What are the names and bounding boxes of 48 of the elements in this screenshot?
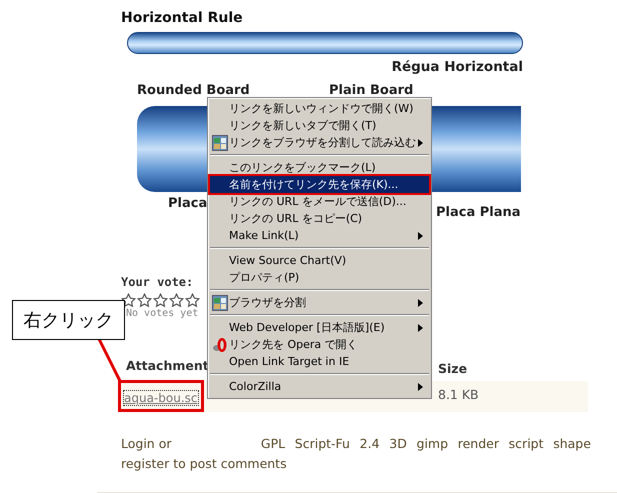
link-text: or xyxy=(158,436,172,451)
section-title: Horizontal Rule xyxy=(121,10,244,26)
menu-item[interactable]: View Source Chart(V) xyxy=(210,252,429,269)
vote-label: Your vote: xyxy=(121,275,194,289)
menu-item[interactable]: Open Link Target in IE xyxy=(210,353,429,370)
tag-link[interactable]: gimp xyxy=(416,436,448,451)
column-header: Attachment xyxy=(125,357,210,375)
star-icon[interactable] xyxy=(153,293,168,308)
star-icon[interactable] xyxy=(121,293,136,308)
register-link[interactable]: register xyxy=(121,456,170,471)
menu-item[interactable]: リンク先を Opera で開く xyxy=(210,336,429,353)
menu-item[interactable]: リンクを新しいタブで開く(T) xyxy=(210,117,429,134)
menu-item[interactable]: リンクをブラウザを分割して読み込む xyxy=(210,134,429,151)
table-cell-text: 8.1 KB xyxy=(437,387,479,404)
link-text: to post comments xyxy=(173,456,287,471)
login-link[interactable]: Login xyxy=(121,436,155,451)
star-icon[interactable] xyxy=(169,293,184,308)
file-link[interactable]: aqua-bou.sc xyxy=(124,391,198,405)
caption: Placa Plana xyxy=(436,205,521,220)
star-icon[interactable] xyxy=(185,293,200,308)
tag-link[interactable]: render xyxy=(458,436,499,451)
menu-item[interactable]: Make Link(L) xyxy=(210,227,429,244)
split-view-icon xyxy=(212,134,228,150)
opera-icon xyxy=(212,336,228,352)
menu-item[interactable]: ColorZilla xyxy=(210,378,429,395)
tag-link[interactable]: Script-Fu xyxy=(294,436,350,451)
caption: Placa xyxy=(168,196,208,211)
callout-label: 右クリック xyxy=(12,300,125,340)
tag-link[interactable]: script xyxy=(508,436,544,451)
vote-count: No votes yet xyxy=(126,308,198,319)
section-title: Rounded Board xyxy=(137,83,250,98)
menu-item[interactable]: 名前を付けてリンク先を保存(K)... xyxy=(210,176,429,193)
tag-link[interactable]: 3D xyxy=(389,436,407,451)
split-view-icon xyxy=(212,294,228,310)
star-icon[interactable] xyxy=(137,293,152,308)
caption: Régua Horizontal xyxy=(390,59,523,75)
menu-item[interactable]: ブラウザを分割 xyxy=(210,294,429,311)
menu-item[interactable]: プロパティ(P) xyxy=(210,269,429,286)
section-title: Plain Board xyxy=(329,83,414,98)
tag-link[interactable]: GPL xyxy=(260,436,286,451)
tag-link[interactable]: 2.4 xyxy=(360,436,380,451)
menu-item[interactable]: リンクを新しいウィンドウで開く(W) xyxy=(210,100,429,117)
menu-item[interactable]: このリンクをブックマーク(L) xyxy=(210,159,429,176)
tag-link[interactable]: shape xyxy=(553,436,591,451)
menu-item[interactable]: Web Developer [日本語版](E) xyxy=(210,319,429,336)
column-header: Size xyxy=(437,360,468,378)
menu-item[interactable]: リンクの URL をメールで送信(D)... xyxy=(210,193,429,210)
menu-item[interactable]: リンクの URL をコピー(C) xyxy=(210,210,429,227)
